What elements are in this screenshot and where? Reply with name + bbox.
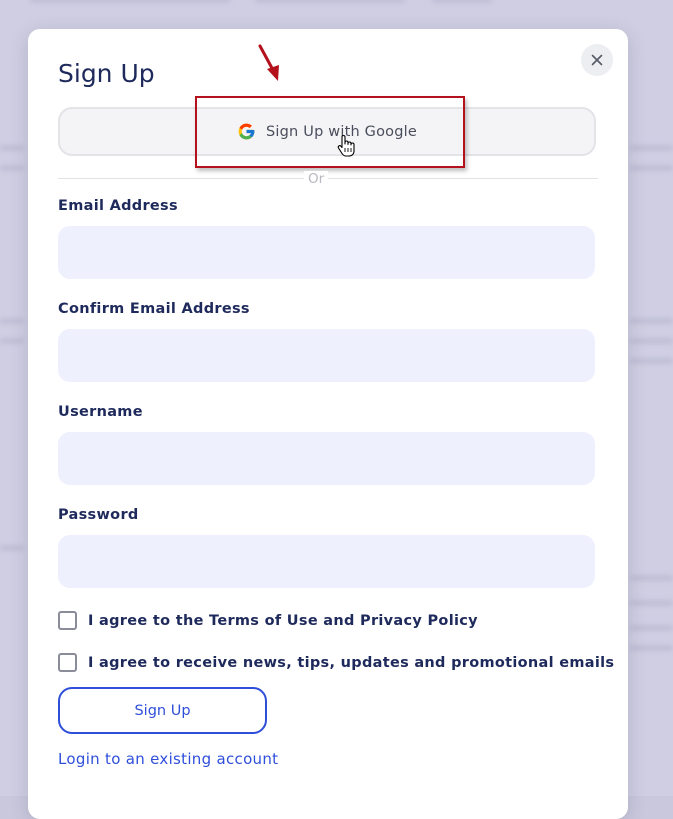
background-line	[30, 0, 230, 3]
background-line	[630, 645, 673, 651]
news-row: I agree to receive news, tips, updates a…	[58, 653, 614, 672]
email-label: Email Address	[58, 198, 178, 214]
background-line	[630, 318, 673, 324]
news-checkbox[interactable]	[58, 653, 77, 672]
modal-title: Sign Up	[58, 59, 155, 88]
username-field[interactable]	[58, 432, 595, 485]
signup-button[interactable]: Sign Up	[58, 687, 267, 734]
background-line	[0, 318, 24, 324]
news-label: I agree to receive news, tips, updates a…	[88, 654, 615, 671]
terms-checkbox[interactable]	[58, 611, 77, 630]
close-icon	[591, 54, 603, 66]
signup-modal: Sign Up Sign Up with Google Or Email Add…	[28, 29, 628, 819]
login-link[interactable]: Login to an existing account	[58, 750, 278, 768]
background-line	[630, 165, 673, 171]
highlight-box	[195, 96, 465, 168]
email-field[interactable]	[58, 226, 595, 279]
background-line	[630, 575, 673, 581]
background-line	[0, 165, 24, 171]
username-label: Username	[58, 404, 143, 420]
terms-row: I agree to the Terms of Use and Privacy …	[58, 611, 478, 630]
background-line	[0, 338, 24, 344]
password-field[interactable]	[58, 535, 595, 588]
background-line	[630, 600, 673, 606]
background-line	[630, 358, 673, 364]
background-line	[630, 625, 673, 631]
background-line	[432, 0, 492, 3]
background-line	[255, 0, 405, 3]
confirm-email-field[interactable]	[58, 329, 595, 382]
password-label: Password	[58, 507, 139, 523]
confirm-email-label: Confirm Email Address	[58, 301, 250, 317]
arrow-icon	[258, 44, 279, 81]
background-line	[630, 145, 673, 151]
background-line	[630, 338, 673, 344]
background-line	[0, 545, 24, 551]
background-line	[0, 145, 24, 151]
terms-label: I agree to the Terms of Use and Privacy …	[88, 612, 478, 629]
hand-cursor-icon	[337, 135, 355, 157]
or-label: Or	[304, 171, 329, 187]
close-button[interactable]	[581, 44, 613, 76]
